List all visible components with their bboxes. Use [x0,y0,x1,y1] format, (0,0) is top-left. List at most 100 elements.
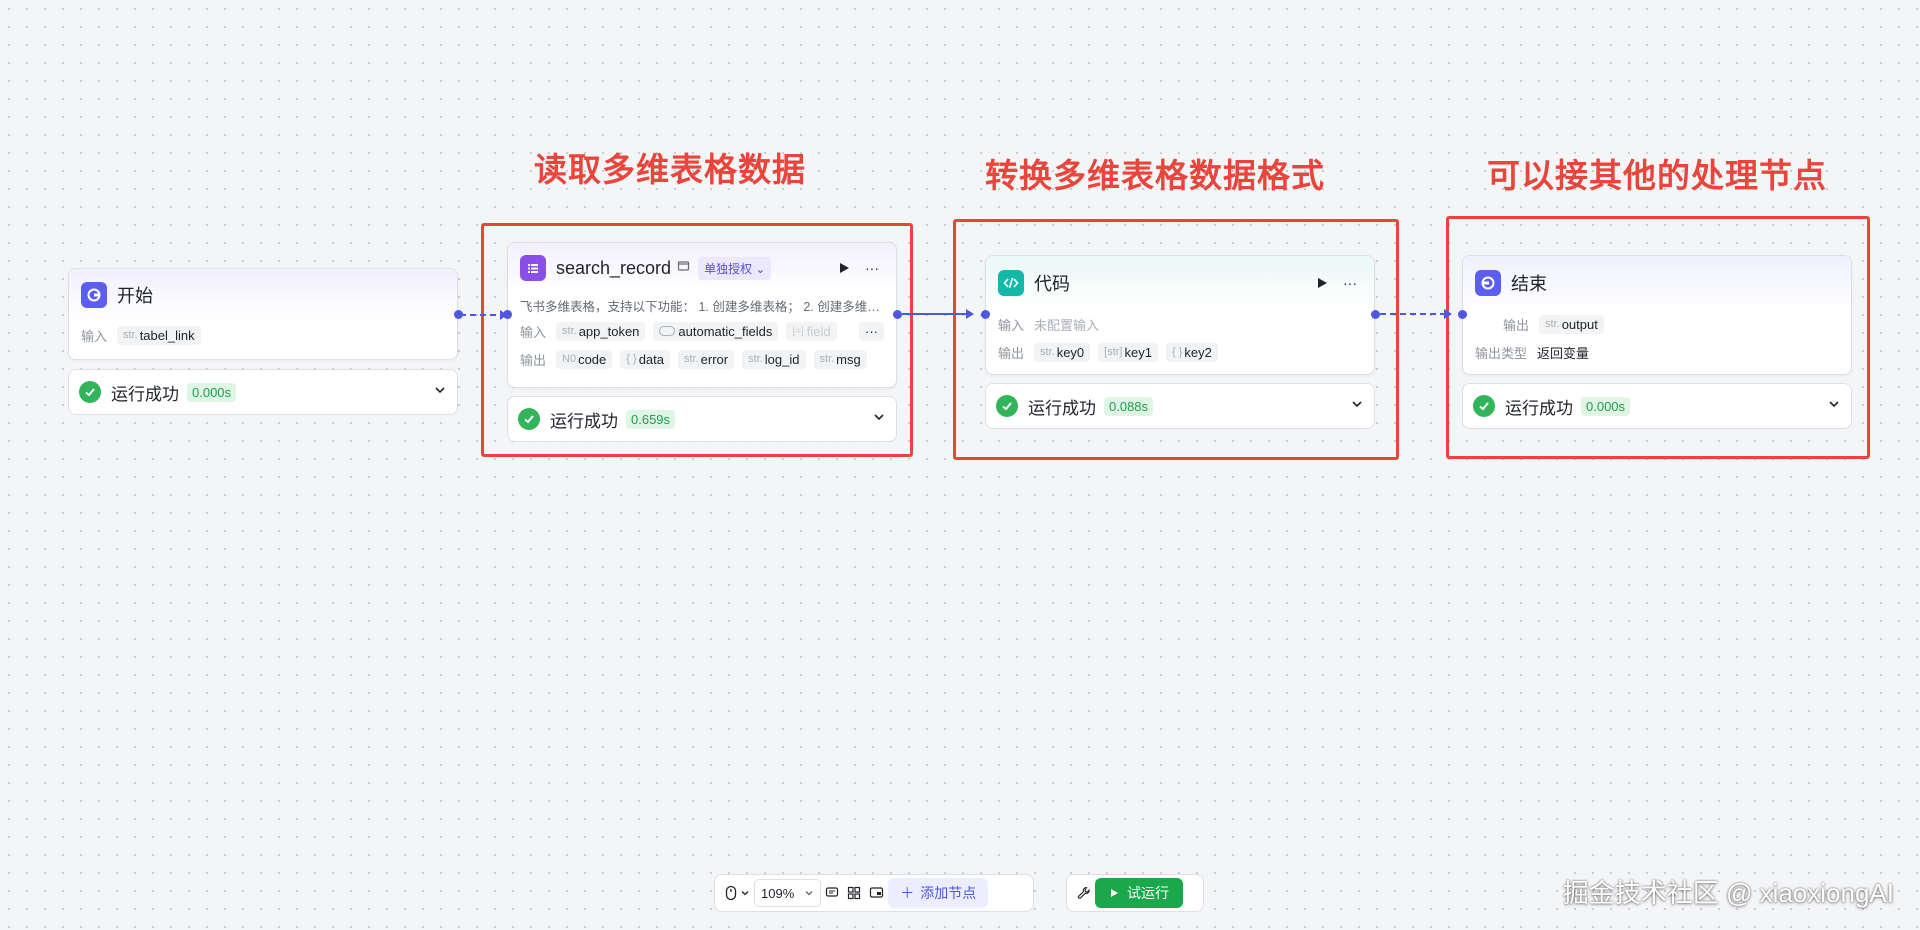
var-type: str. [819,353,835,365]
code-input-row: 输入 未配置输入 [986,310,1374,338]
input-var-tag: str. tabel_link [117,325,201,345]
input-label: 输入 [520,324,547,340]
var-type: { } [1171,346,1183,358]
var-name: log_id [764,351,800,367]
var-name: key2 [1184,344,1212,360]
test-run-button[interactable]: 试运行 [1095,878,1183,908]
input-label: 输入 [998,317,1025,333]
success-check-icon [518,408,540,430]
plugin-output-port[interactable] [893,310,902,319]
output-tag-msg: str. msg [813,349,867,369]
start-output-port[interactable] [454,310,463,319]
mouse-icon [725,885,737,901]
connection-lines [460,309,1452,320]
plugin-description-row: 飞书多维表格，支持以下功能： 1. 创建多维表格； 2. 创建多维表格数据表； [508,293,896,317]
plugin-input-port[interactable] [503,310,512,319]
plugin-output-row: 输出 N0 code { } data str. error str. log_id s… [508,345,896,373]
add-node-label: 添加节点 [920,885,977,901]
input-tag-automatic-fields: automatic_fields [653,321,779,341]
var-name: field [806,323,831,339]
var-name: code [578,351,607,367]
end-input-port[interactable] [1458,310,1467,319]
var-name: app_token [578,323,640,339]
end-node-title: 结束 [1511,274,1547,294]
output-tag-log-id: str. log_id [742,349,806,369]
input-tag-field: [=] field [786,321,837,341]
output-type-label: 输出类型 [1475,345,1528,361]
var-name: key0 [1056,344,1085,360]
var-name: data [638,351,664,367]
output-tag-key0: str. key0 [1034,342,1091,362]
more-inputs-button[interactable]: ··· [859,321,884,341]
output-tag-data: { } data [620,349,670,369]
code-icon [998,270,1024,296]
success-check-icon [79,381,101,403]
input-label: 输入 [81,328,108,344]
plugin-input-row: 输入 str. app_token automatic_fields [=] fie… [508,317,896,345]
chevron-down-icon[interactable] [433,383,447,402]
var-name: output [1561,316,1598,332]
var-name: automatic_fields [678,323,773,339]
chevron-down-icon[interactable] [872,410,886,429]
var-name: tabel_link [139,327,195,343]
comment-icon[interactable] [825,879,839,907]
more-icon[interactable]: ··· [860,256,884,280]
var-name: key1 [1124,344,1152,360]
var-type: N0 [562,353,577,365]
run-time-badge: 0.088s [1104,396,1154,416]
plugin-node-header: search_record 单独授权 ⌄ ··· [508,243,896,293]
success-check-icon [1473,395,1495,417]
status-text: 运行成功 [1028,398,1096,418]
chevron-down-icon[interactable] [1350,397,1364,416]
start-node[interactable]: 开始 输入 str. tabel_link [68,268,458,360]
output-tag-error: str. error [678,349,735,369]
code-node-title: 代码 [1034,274,1070,294]
status-text: 运行成功 [111,384,179,404]
output-tag-key2: { } key2 [1165,342,1218,362]
plugin-node-title: search_record [556,257,672,278]
wrench-icon[interactable] [1077,879,1091,907]
code-node[interactable]: 代码 ··· 输入 未配置输入 输出 str. key0 [str] key1 { … [985,255,1375,375]
play-icon[interactable] [832,256,856,280]
search-record-node[interactable]: search_record 单独授权 ⌄ ··· 飞书多维表格，支持以下功能： … [507,242,897,388]
add-node-button[interactable]: ＋ 添加节点 [888,878,989,908]
zoom-select[interactable]: 109% [754,879,822,907]
more-icon[interactable]: ··· [1338,271,1362,295]
plugin-status-bar[interactable]: 运行成功 0.659s [507,396,897,442]
var-type: str. [1040,346,1055,358]
zoom-value: 109% [761,885,795,901]
code-input-port[interactable] [981,310,990,319]
end-node[interactable]: 结束 输出 str. output 输出类型 返回变量 [1462,255,1852,375]
mouse-mode-button[interactable] [725,879,750,907]
chevron-down-icon[interactable] [1827,397,1841,416]
code-output-row: 输出 str. key0 [str] key1 { } key2 [986,338,1374,366]
code-output-port[interactable] [1371,310,1380,319]
var-type: str. [684,353,699,365]
output-type-value: 返回变量 [1537,345,1590,361]
end-status-bar[interactable]: 运行成功 0.000s [1462,383,1852,429]
run-time-badge: 0.000s [1581,396,1631,416]
play-icon[interactable] [1310,271,1334,295]
start-icon [81,282,107,308]
canvas-toolbar: 109% ＋ 添加节点 [714,874,1034,912]
end-icon [1475,270,1501,296]
code-node-header: 代码 ··· [986,256,1374,310]
output-tag-key1: [str] key1 [1098,342,1158,362]
start-node-header: 开始 [69,269,457,321]
var-name: error [700,351,729,367]
test-run-label: 试运行 [1127,885,1169,901]
start-status-bar[interactable]: 运行成功 0.000s [68,369,458,415]
array-icon: [=] [792,325,804,337]
code-status-bar[interactable]: 运行成功 0.088s [985,383,1375,429]
output-tag-code: N0 code [556,349,613,369]
var-name: msg [836,351,861,367]
auth-dropdown[interactable]: 单独授权 ⌄ [698,256,772,280]
layout-icon[interactable] [847,879,861,907]
bitable-icon [520,255,546,281]
run-time-badge: 0.659s [626,409,676,429]
minimap-icon[interactable] [869,879,884,907]
var-type: { } [626,353,637,365]
plus-icon: ＋ [900,885,915,901]
success-check-icon [996,395,1018,417]
plugin-description: 飞书多维表格，支持以下功能： 1. 创建多维表格； 2. 创建多维表格数据表； [520,299,884,314]
